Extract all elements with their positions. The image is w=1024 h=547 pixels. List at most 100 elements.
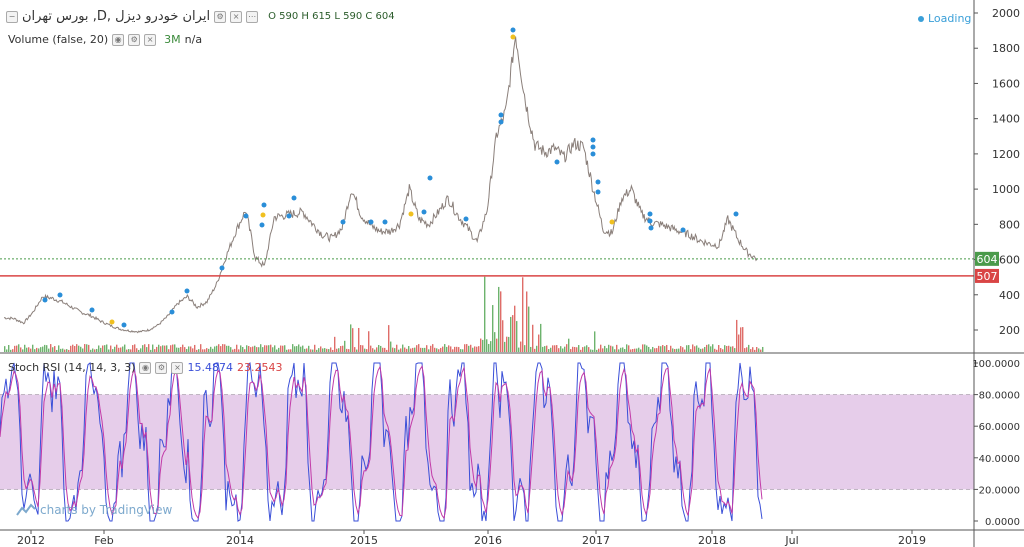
volume-bar xyxy=(206,348,208,352)
volume-bar xyxy=(372,348,374,352)
volume-bar xyxy=(44,344,46,352)
volume-bar xyxy=(114,346,116,352)
volume-bar xyxy=(162,345,164,352)
more-icon[interactable]: ⋯ xyxy=(246,10,259,23)
volume-bar xyxy=(518,347,520,352)
volume-bar xyxy=(284,345,286,352)
volume-bar xyxy=(542,346,544,352)
volume-bar xyxy=(758,348,760,352)
volume-bar xyxy=(86,344,88,352)
volume-bar xyxy=(388,325,390,352)
volume-bar xyxy=(626,344,628,352)
volume-bar xyxy=(384,347,386,352)
volume-bar xyxy=(22,349,24,352)
signal-dot xyxy=(647,211,653,217)
close-icon[interactable]: × xyxy=(230,10,243,23)
volume-bar xyxy=(474,346,476,352)
volume-bar xyxy=(604,345,606,352)
volume-bar xyxy=(152,344,154,352)
settings-icon[interactable]: ⚙ xyxy=(155,361,168,374)
volume-bar xyxy=(174,344,176,352)
volume-bar xyxy=(332,349,334,352)
volume-bar xyxy=(612,346,614,352)
volume-bar xyxy=(362,345,364,352)
tradingview-watermark[interactable]: charts by TradingView xyxy=(16,503,172,517)
volume-bar xyxy=(138,349,140,352)
volume-bar xyxy=(4,346,6,352)
volume-bar xyxy=(202,349,204,352)
signal-dot xyxy=(554,159,560,165)
volume-bar xyxy=(446,346,448,352)
signal-dot xyxy=(648,225,654,231)
volume-bar xyxy=(96,348,98,352)
volume-bar xyxy=(720,348,722,352)
volume-bar xyxy=(92,348,94,352)
volume-bar xyxy=(32,344,34,352)
close-icon[interactable]: × xyxy=(144,33,157,46)
volume-bar xyxy=(188,346,190,352)
close-icon[interactable]: × xyxy=(171,361,184,374)
chart-canvas[interactable]: 2000 1800 1600 1400 1200 1000 800 600 400 200 100… xyxy=(0,0,1024,547)
volume-bar xyxy=(702,348,704,352)
eye-icon[interactable]: ◉ xyxy=(112,33,125,46)
price-series-line xyxy=(3,36,758,334)
volume-bar xyxy=(126,349,128,352)
volume-bar xyxy=(392,347,394,352)
settings-icon[interactable]: ⚙ xyxy=(128,33,141,46)
volume-bar xyxy=(272,347,274,352)
volume-bar xyxy=(222,344,224,352)
volume-bar xyxy=(416,345,418,352)
watermark-text: charts by TradingView xyxy=(40,503,173,517)
volume-bar xyxy=(378,344,380,352)
eye-icon[interactable]: ◉ xyxy=(139,361,152,374)
volume-bar xyxy=(554,345,556,352)
volume-bar xyxy=(144,344,146,352)
volume-bar xyxy=(18,344,20,352)
settings-icon[interactable]: ⚙ xyxy=(214,10,227,23)
volume-bar xyxy=(302,345,304,352)
signal-dot xyxy=(259,222,265,228)
volume-bar xyxy=(760,349,762,352)
volume-bar xyxy=(34,349,36,352)
volume-bar xyxy=(586,345,588,352)
volume-bar xyxy=(8,345,10,352)
volume-bar xyxy=(408,346,410,352)
volume-bar xyxy=(386,349,388,352)
volume-bar xyxy=(128,349,130,352)
volume-bar xyxy=(74,345,76,352)
volume-legend: Volume (false, 20) ◉ ⚙ × 3M n/a xyxy=(8,33,202,46)
volume-bar xyxy=(486,339,488,352)
volume-bar xyxy=(424,347,426,352)
volume-bar xyxy=(110,345,112,352)
volume-bar xyxy=(80,346,82,352)
volume-bar xyxy=(574,347,576,352)
volume-bar xyxy=(318,348,320,352)
volume-bar xyxy=(496,338,498,352)
volume-bar xyxy=(520,341,522,352)
volume-bar xyxy=(116,344,118,352)
volume-bar xyxy=(230,347,232,352)
volume-bar xyxy=(194,344,196,352)
volume-bar xyxy=(14,345,16,352)
volume-bar xyxy=(166,345,168,352)
volume-bar xyxy=(530,346,532,352)
volume-bar xyxy=(158,344,160,352)
minus-square-icon[interactable]: − xyxy=(6,10,18,23)
volume-bar xyxy=(172,344,174,352)
volume-bar xyxy=(436,348,438,352)
volume-bar xyxy=(650,349,652,352)
volume-bar xyxy=(454,346,456,352)
volume-bar xyxy=(356,349,358,352)
signal-dot xyxy=(57,292,63,298)
volume-bar xyxy=(748,344,750,352)
volume-bar xyxy=(598,348,600,352)
volume-bar xyxy=(538,334,540,352)
volume-bar xyxy=(500,291,502,352)
volume-bar xyxy=(540,323,542,352)
volume-bar xyxy=(278,347,280,352)
volume-bar xyxy=(552,345,554,352)
volume-bar xyxy=(640,349,642,352)
volume-bar xyxy=(90,349,92,352)
volume-bar xyxy=(578,345,580,352)
signal-dot xyxy=(291,195,297,201)
